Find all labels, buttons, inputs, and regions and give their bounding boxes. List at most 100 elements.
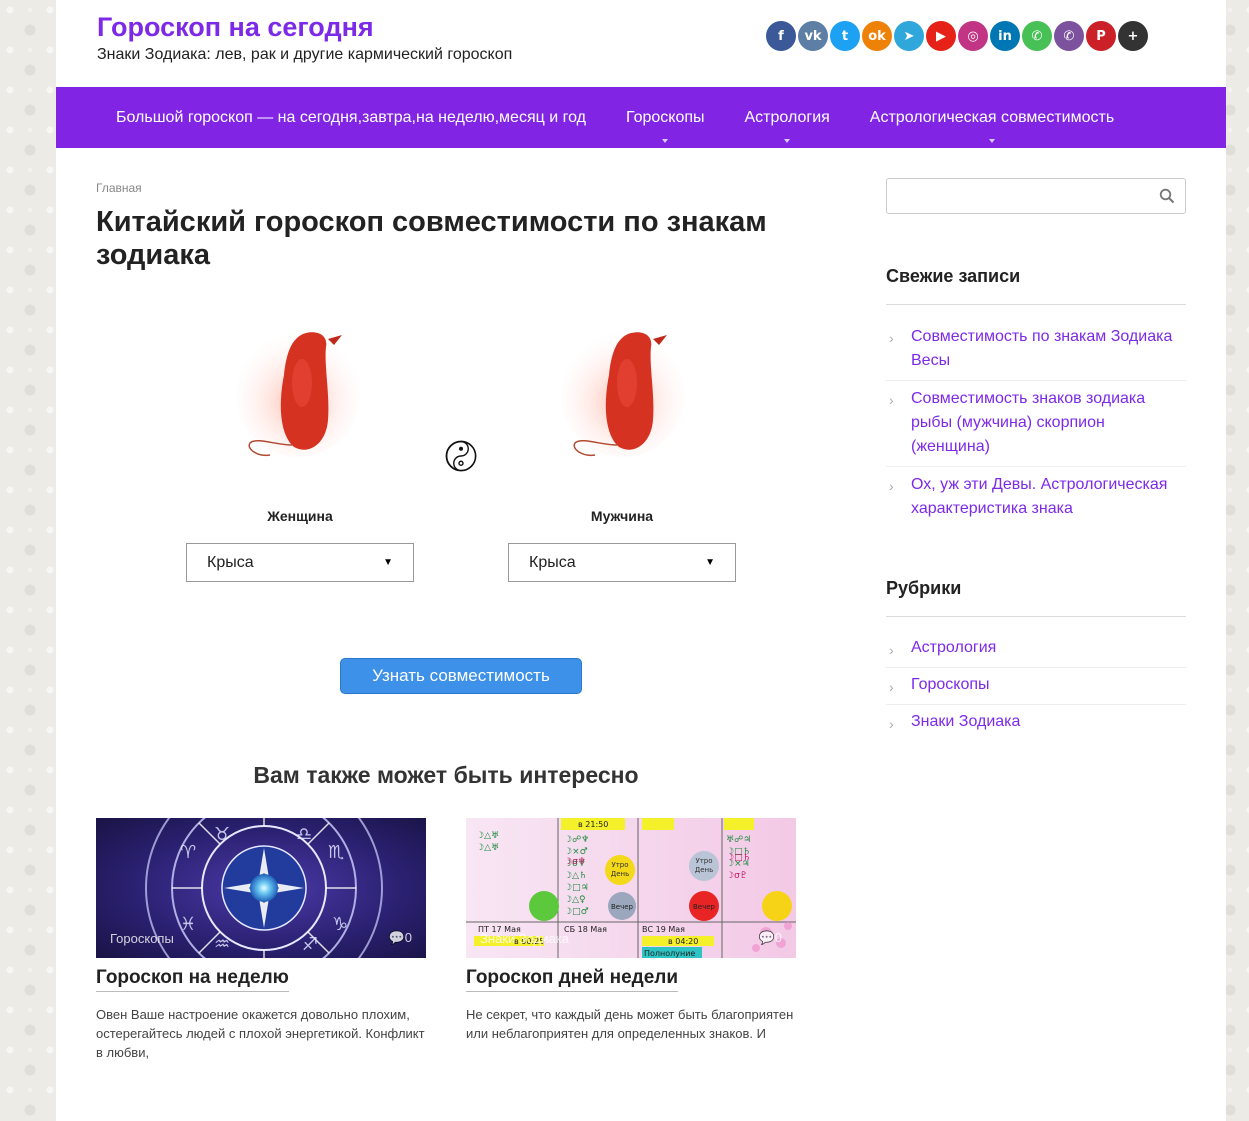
date-label: СБ 18 Мая	[564, 925, 607, 934]
comments-count: 💬0	[389, 930, 412, 946]
dropdown-arrow-icon: ▼	[705, 557, 715, 568]
instagram-icon[interactable]: ◎	[958, 21, 988, 51]
caret-down-icon	[988, 139, 995, 143]
svg-text:♏: ♏	[328, 842, 344, 863]
rat-woman-image	[236, 332, 360, 457]
svg-text:День: День	[695, 866, 713, 874]
categories-list: › Астрология › Гороскопы › Знаки Зодиака	[886, 631, 1186, 741]
chevron-right-icon: ›	[889, 716, 894, 732]
categories-title: Рубрики	[886, 578, 962, 598]
site-description: Знаки Зодиака: лев, рак и другие кармиче…	[97, 46, 513, 63]
recent-post-link[interactable]: Совместимость знаков зодиака рыбы (мужчи…	[911, 390, 1145, 455]
rat-man-image	[561, 332, 685, 457]
post-title[interactable]: Гороскоп на неделю	[96, 967, 289, 992]
svg-text:☽△♄: ☽△♄	[564, 871, 587, 881]
related-post-card: ♈ ♓ ♏ ♑ ♉ ♎ ♒ ♐ Гороскопы 💬0 Гороскоп на недел…	[96, 818, 426, 1062]
svg-text:♈: ♈	[180, 842, 196, 863]
nav-item-label: Гороскопы	[625, 108, 705, 126]
post-excerpt: Не секрет, что каждый день может быть бл…	[466, 1007, 794, 1041]
chevron-right-icon: ›	[889, 392, 894, 408]
recent-posts-title: Свежие записи	[886, 266, 1021, 286]
main-navigation: Большой гороскоп — на сегодня,завтра,на …	[56, 87, 1226, 148]
list-item: › Знаки Зодиака	[886, 705, 1186, 741]
svg-text:☽σ♆: ☽σ♆	[564, 857, 586, 867]
recent-post-link[interactable]: Совместимость по знакам Зодиака Весы	[911, 328, 1172, 369]
recent-posts-list: › Совместимость по знакам Зодиака Весы › С…	[886, 319, 1186, 528]
time-label: в 21:50	[578, 820, 608, 829]
divider	[886, 304, 1186, 305]
svg-text:☽□♃: ☽□♃	[564, 883, 589, 893]
site-title[interactable]: Гороскоп на сегодня	[97, 12, 374, 43]
svg-text:☽△♀: ☽△♀	[564, 895, 586, 905]
comment-icon: 💬	[388, 930, 405, 945]
list-item: › Астрология	[886, 631, 1186, 668]
share-icon[interactable]: +	[1118, 21, 1148, 51]
man-sign-select[interactable]: Крыса ▼	[508, 543, 736, 582]
related-post-card: в 21:50 ☽△♅ ☽△♅ ☽☍♆ ☽×♂ ☽σ♆ ☽△♄ ☽□♃ ☽△♀ ☽□♂ ♅☍♃…	[466, 818, 796, 1043]
svg-text:☽×♂: ☽×♂	[564, 847, 588, 857]
nav-item-big-horoscope[interactable]: Большой гороскоп — на сегодня,завтра,на …	[116, 87, 586, 148]
woman-label: Женщина	[267, 508, 333, 524]
category-link[interactable]: Гороскопы	[911, 676, 990, 693]
twitter-icon[interactable]: t	[830, 21, 860, 51]
vkontakte-icon[interactable]: vk	[798, 21, 828, 51]
svg-text:♎: ♎	[296, 824, 312, 845]
chevron-right-icon: ›	[889, 478, 894, 494]
nav-item-label: Астрология	[744, 108, 830, 126]
nav-item-label: Астрологическая совместимость	[869, 108, 1115, 126]
time-label: в 04:20	[668, 937, 698, 946]
page-container: Гороскоп на сегодня Знаки Зодиака: лев, …	[56, 0, 1226, 1121]
divider	[886, 616, 1186, 617]
pinterest-icon[interactable]: P	[1086, 21, 1116, 51]
facebook-icon[interactable]: f	[766, 21, 796, 51]
category-link[interactable]: Знаки Зодиака	[911, 713, 1020, 730]
post-thumbnail[interactable]: ♈ ♓ ♏ ♑ ♉ ♎ ♒ ♐ Гороскопы 💬0	[96, 818, 426, 958]
search-icon[interactable]	[1159, 188, 1175, 204]
social-icons: f vk t ok ➤ ▶ ◎ in ✆ ✆ P +	[766, 21, 1148, 51]
whatsapp-icon[interactable]: ✆	[1022, 21, 1052, 51]
svg-text:☽□♂: ☽□♂	[564, 907, 589, 917]
linkedin-icon[interactable]: in	[990, 21, 1020, 51]
svg-text:☽σ♇: ☽σ♇	[726, 871, 748, 881]
category-link[interactable]: Астрология	[911, 639, 996, 656]
svg-text:День: День	[611, 870, 629, 878]
man-sign-value: Крыса	[529, 553, 576, 571]
check-compatibility-button[interactable]: Узнать совместимость	[340, 658, 582, 694]
odnoklassniki-icon[interactable]: ok	[862, 21, 892, 51]
post-category[interactable]: Знаки Зодиака	[480, 931, 569, 946]
list-item: › Совместимость знаков зодиака рыбы (мужч…	[886, 381, 1186, 467]
nav-item-astrology[interactable]: Астрология	[745, 87, 830, 148]
related-posts-title: Вам также может быть интересно	[253, 762, 639, 788]
svg-text:♅☍♃: ♅☍♃	[726, 835, 751, 845]
viber-icon[interactable]: ✆	[1054, 21, 1084, 51]
date-label: ВС 19 Мая	[642, 925, 685, 934]
list-item: › Ох, уж эти Девы. Астрологическая характ…	[886, 467, 1186, 528]
nav-item-compatibility[interactable]: Астрологическая совместимость	[870, 87, 1114, 148]
youtube-icon[interactable]: ▶	[926, 21, 956, 51]
svg-text:♉: ♉	[214, 824, 230, 845]
svg-text:Вечер: Вечер	[693, 903, 716, 911]
chevron-right-icon: ›	[889, 642, 894, 658]
recent-post-link[interactable]: Ох, уж эти Девы. Астрологическая характе…	[911, 476, 1167, 517]
search-input[interactable]	[886, 178, 1186, 214]
post-title[interactable]: Гороскоп дней недели	[466, 967, 679, 992]
comments-count-value: 0	[404, 930, 412, 945]
woman-sign-select[interactable]: Крыса ▼	[186, 543, 414, 582]
full-moon-label: Полнолуние	[644, 949, 695, 958]
post-excerpt: Овен Ваше настроение окажется довольно п…	[96, 1007, 425, 1060]
comments-count-value: 0	[774, 930, 782, 945]
svg-text:☽△♅: ☽△♅	[476, 831, 499, 841]
breadcrumb[interactable]: Главная	[96, 181, 142, 195]
dropdown-arrow-icon: ▼	[383, 557, 393, 568]
telegram-icon[interactable]: ➤	[894, 21, 924, 51]
evening-label: Вечер	[611, 903, 634, 911]
nav-item-horoscopes[interactable]: Гороскопы	[626, 87, 705, 148]
nav-item-label: Большой гороскоп — на сегодня,завтра,на …	[116, 108, 586, 126]
comment-icon: 💬	[758, 930, 775, 945]
svg-text:☽△♅: ☽△♅	[476, 843, 499, 853]
post-thumbnail[interactable]: в 21:50 ☽△♅ ☽△♅ ☽☍♆ ☽×♂ ☽σ♆ ☽△♄ ☽□♃ ☽△♀ ☽□♂ ♅☍♃…	[466, 818, 796, 958]
post-category[interactable]: Гороскопы	[110, 931, 174, 946]
caret-down-icon	[662, 139, 669, 143]
list-item: › Совместимость по знакам Зодиака Весы	[886, 319, 1186, 381]
chevron-right-icon: ›	[889, 330, 894, 346]
